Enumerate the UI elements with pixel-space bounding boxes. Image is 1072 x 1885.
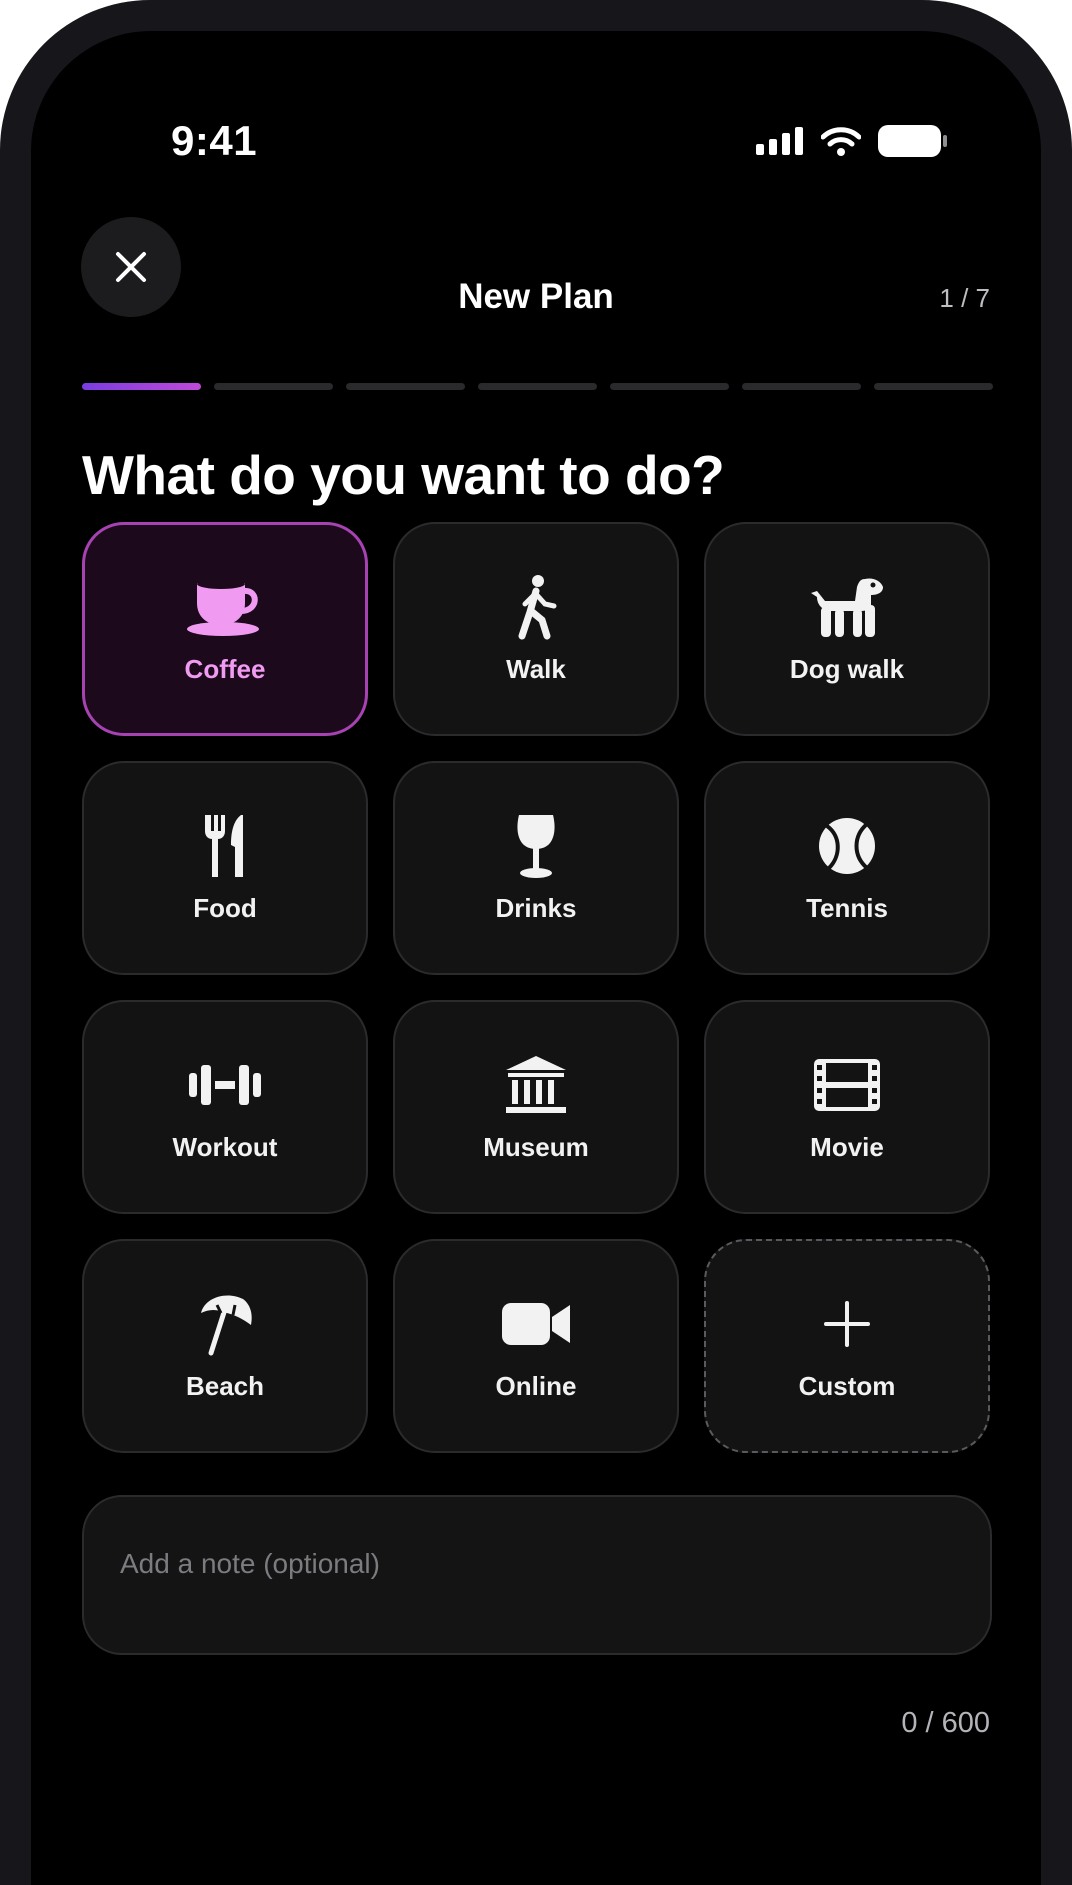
question-heading: What do you want to do?: [82, 444, 725, 506]
progress-segment: [478, 383, 597, 390]
option-coffee[interactable]: Coffee: [82, 522, 368, 736]
screen: 9:41 New Plan 1 / 7 What do you want to …: [31, 31, 1041, 1885]
status-icons: [756, 125, 948, 157]
progress-segment: [82, 383, 201, 390]
progress-bar: [82, 383, 993, 390]
progress-segment: [214, 383, 333, 390]
option-label: Food: [193, 892, 257, 923]
progress-segment: [742, 383, 861, 390]
cellular-signal-icon: [756, 127, 803, 155]
status-time: 9:41: [171, 117, 258, 164]
option-label: Beach: [185, 1370, 265, 1401]
coffee-cup-icon: [187, 574, 263, 640]
progress-segment: [610, 383, 729, 390]
option-museum[interactable]: Museum: [393, 1000, 679, 1214]
page-title: New Plan: [458, 277, 614, 316]
option-walk[interactable]: Walk: [393, 522, 679, 736]
film-icon: [814, 1052, 880, 1118]
option-movie[interactable]: Movie: [704, 1000, 990, 1214]
plus-icon: [824, 1291, 870, 1357]
character-counter: 0 / 600: [901, 1707, 990, 1739]
option-label: Walk: [506, 653, 566, 684]
activity-grid: Coffee Walk Dog walk Food Drinks Tennis …: [82, 522, 990, 1453]
option-online[interactable]: Online: [393, 1239, 679, 1453]
option-label: Custom: [798, 1370, 896, 1401]
note-input[interactable]: [118, 1547, 952, 1581]
battery-icon: [878, 125, 947, 157]
walking-person-icon: [514, 574, 558, 640]
close-icon: [116, 252, 146, 282]
progress-segment: [346, 383, 465, 390]
option-label: Online: [495, 1370, 577, 1401]
video-camera-icon: [502, 1291, 570, 1357]
dumbbell-icon: [189, 1052, 261, 1118]
option-workout[interactable]: Workout: [82, 1000, 368, 1214]
option-label: Workout: [172, 1131, 278, 1162]
option-beach[interactable]: Beach: [82, 1239, 368, 1453]
option-custom[interactable]: Custom: [704, 1239, 990, 1453]
phone-frame: 9:41 New Plan 1 / 7 What do you want to …: [0, 0, 1072, 1885]
progress-segment: [874, 383, 993, 390]
wine-glass-icon: [514, 813, 558, 879]
option-food[interactable]: Food: [82, 761, 368, 975]
step-indicator: 1 / 7: [939, 283, 990, 313]
option-tennis[interactable]: Tennis: [704, 761, 990, 975]
option-label: Movie: [810, 1131, 884, 1162]
beach-umbrella-icon: [195, 1291, 255, 1357]
option-label: Coffee: [184, 653, 266, 684]
fork-knife-icon: [203, 813, 247, 879]
option-label: Dog walk: [789, 653, 905, 684]
close-button[interactable]: [81, 217, 181, 317]
note-field[interactable]: [82, 1495, 992, 1655]
option-label: Tennis: [806, 892, 888, 923]
option-label: Drinks: [495, 892, 577, 923]
wifi-icon: [821, 127, 861, 156]
option-label: Museum: [483, 1131, 589, 1162]
dog-icon: [809, 574, 885, 640]
tennis-ball-icon: [817, 813, 877, 879]
museum-icon: [504, 1052, 568, 1118]
option-drinks[interactable]: Drinks: [393, 761, 679, 975]
option-dog-walk[interactable]: Dog walk: [704, 522, 990, 736]
